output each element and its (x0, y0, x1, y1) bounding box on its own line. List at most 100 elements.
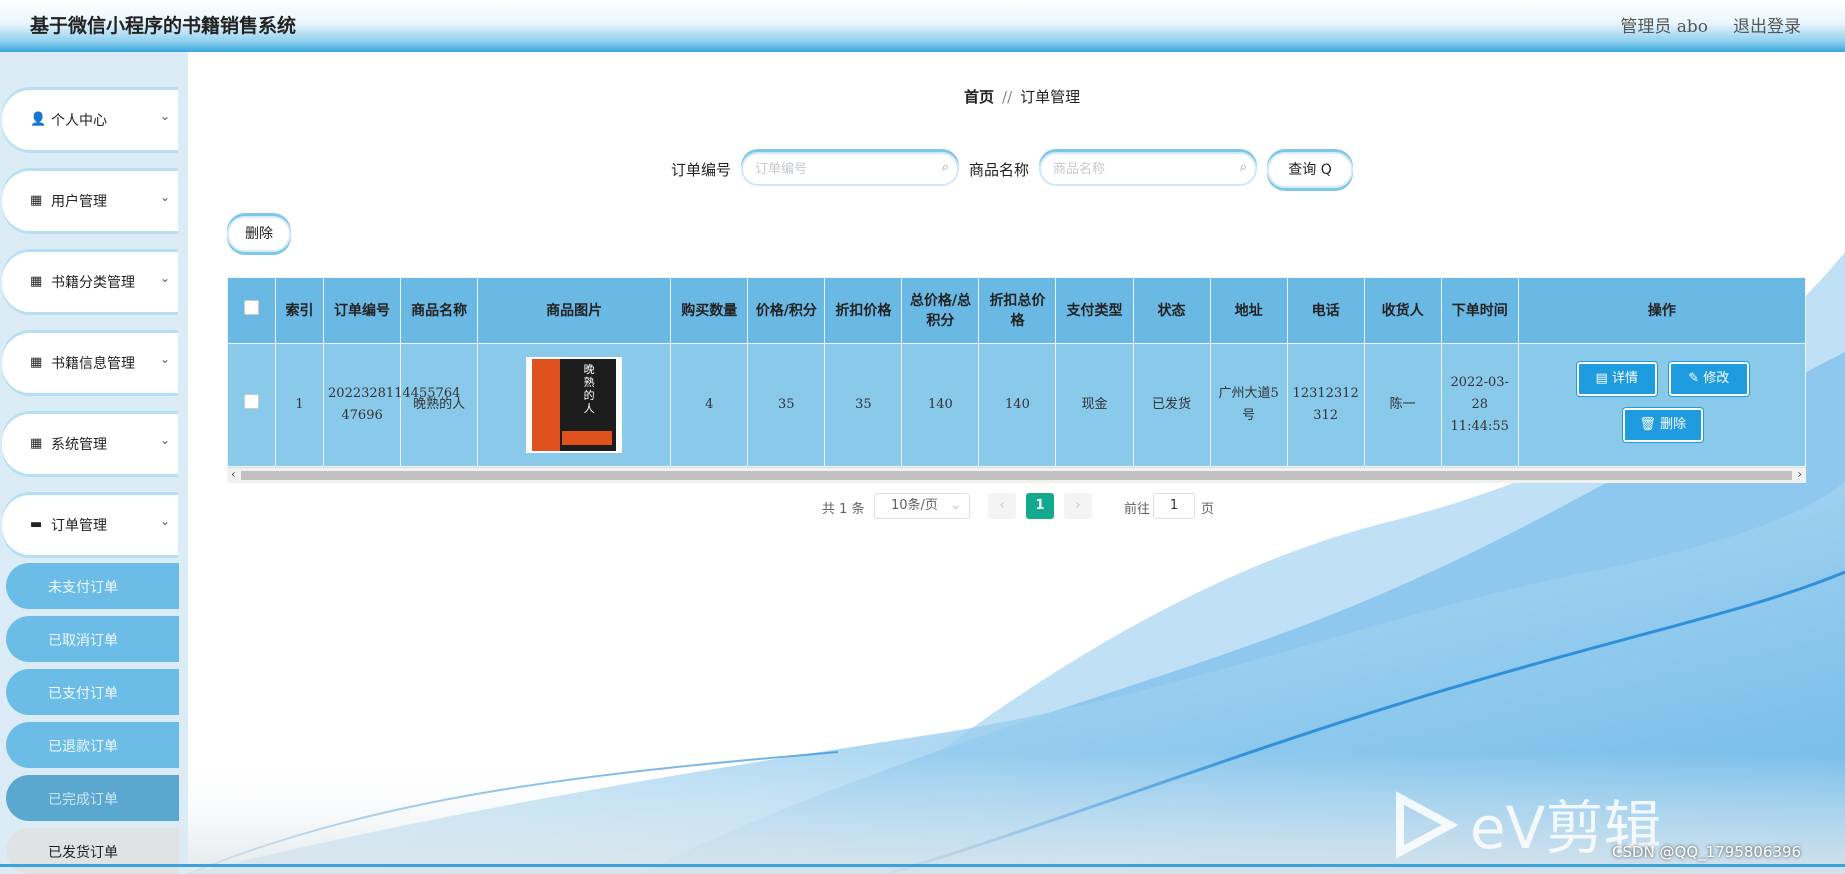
batch-delete-button[interactable]: 删除 (227, 216, 291, 252)
edit-button[interactable]: ✎ 修改 (1668, 362, 1749, 396)
sidebar-item-label: 订单管理 (51, 518, 107, 534)
submenu-shipped-orders[interactable]: 已发货订单 (6, 828, 179, 874)
sidebar-item-label: 用户管理 (51, 194, 107, 210)
pencil-icon: ✎ (1688, 371, 1704, 386)
chevron-down-icon: ⌄ (160, 514, 171, 528)
prev-page-button[interactable]: ‹ (988, 493, 1016, 519)
select-all-checkbox[interactable] (244, 300, 259, 315)
detail-button[interactable]: ▤ 详情 (1576, 362, 1657, 396)
total-count: 共 1 条 (822, 502, 865, 517)
monitor-icon: ▬ (30, 517, 43, 532)
sidebar-item-user-management[interactable]: ▦ 用户管理 ⌄ (2, 171, 178, 231)
cell-index: 1 (275, 343, 325, 467)
sidebar-item-label: 书籍分类管理 (51, 275, 135, 291)
col-header: 商品图片 (477, 277, 672, 344)
row-checkbox[interactable] (244, 393, 259, 409)
table-row: 1 2022328114455764 47696 晚熟的人 晚熟的人 4 35 … (226, 343, 1807, 467)
goto-page-input[interactable]: 1 (1153, 493, 1195, 519)
col-header: 下单时间 (1440, 277, 1519, 344)
sidebar-item-personal-center[interactable]: 👤 个人中心 ⌄ (2, 90, 178, 150)
submenu-unpaid-orders[interactable]: 未支付订单 (6, 563, 179, 609)
sidebar-item-book-category[interactable]: ▦ 书籍分类管理 ⌄ (2, 252, 178, 312)
row-select-cell (226, 343, 277, 467)
product-name-label: 商品名称 (969, 161, 1030, 179)
goto-suffix: 页 (1201, 502, 1215, 517)
cell-price: 35 (747, 343, 826, 467)
breadcrumb-current: 订单管理 (1020, 88, 1081, 106)
logout-link[interactable]: 退出登录 (1733, 12, 1801, 37)
page-size-select[interactable]: 10条/页 ⌄ (874, 493, 970, 519)
main-content: 首页 // 订单管理 订单编号 ⌕ 商品名称 ⌕ 查询 Q 删除 索引 订单编号 (188, 52, 1845, 874)
grid-icon: ▦ (30, 193, 43, 208)
breadcrumb: 首页 // 订单管理 (964, 86, 1080, 107)
col-header: 支付类型 (1055, 277, 1134, 344)
select-all-cell (226, 277, 277, 344)
order-no-label: 订单编号 (671, 161, 732, 179)
page-number-1[interactable]: 1 (1026, 493, 1054, 519)
chevron-down-icon: ⌄ (160, 433, 171, 447)
cell-discount-price: 35 (824, 343, 903, 467)
sidebar-item-label: 书籍信息管理 (51, 356, 135, 372)
bottom-progress-line (0, 864, 1845, 867)
col-header: 总价格/总积分 (901, 277, 980, 344)
top-header: 基于微信小程序的书籍销售系统 管理员 abo 退出登录 (0, 0, 1845, 52)
col-header: 折扣总价格 (978, 277, 1057, 344)
col-header: 状态 (1132, 277, 1211, 344)
row-delete-button[interactable]: 🗑 删除 (1622, 408, 1703, 442)
cell-product-image: 晚熟的人 (477, 343, 672, 467)
cell-quantity: 4 (670, 343, 749, 467)
app-title: 基于微信小程序的书籍销售系统 (30, 15, 297, 37)
cell-address: 广州大道5号 (1209, 343, 1288, 467)
order-no-search-field[interactable]: ⌕ (741, 152, 959, 186)
sidebar-item-order-management[interactable]: ▬ 订单管理 ⌄ (2, 495, 178, 555)
product-name-search-field[interactable]: ⌕ (1039, 152, 1257, 186)
cell-total: 140 (901, 343, 980, 467)
sidebar: 👤 个人中心 ⌄ ▦ 用户管理 ⌄ ▦ 书籍分类管理 ⌄ ▦ 书籍信息管理 ⌄ … (0, 52, 188, 874)
csdn-watermark: CSDN @QQ_1795806396 (1612, 843, 1802, 861)
chevron-down-icon: ⌄ (160, 352, 171, 366)
user-icon: 👤 (30, 112, 47, 127)
submenu-cancelled-orders[interactable]: 已取消订单 (6, 616, 179, 662)
submenu-completed-orders[interactable]: 已完成订单 (6, 775, 179, 821)
cell-discount-total: 140 (978, 343, 1057, 467)
col-header: 电话 (1286, 277, 1365, 344)
document-icon: ▤ (1595, 371, 1612, 386)
col-header: 索引 (275, 277, 325, 344)
goto-prefix: 前往 (1124, 502, 1151, 517)
sidebar-item-book-info[interactable]: ▦ 书籍信息管理 ⌄ (2, 333, 178, 393)
table-header-row: 索引 订单编号 商品名称 商品图片 购买数量 价格/积分 折扣价格 总价格/总积… (226, 277, 1807, 344)
scroll-left-icon[interactable]: ‹ (231, 467, 236, 481)
sidebar-item-system[interactable]: ▦ 系统管理 ⌄ (2, 414, 178, 474)
admin-name: 管理员 abo (1620, 17, 1708, 37)
scroll-right-icon[interactable]: › (1797, 467, 1802, 481)
col-header: 商品名称 (400, 277, 479, 344)
orders-table: 索引 订单编号 商品名称 商品图片 购买数量 价格/积分 折扣价格 总价格/总积… (226, 277, 1807, 483)
col-header: 操作 (1517, 277, 1807, 344)
query-button[interactable]: 查询 Q (1267, 152, 1353, 188)
chevron-down-icon: ⌄ (950, 498, 961, 513)
cell-product-name: 晚熟的人 (400, 343, 479, 467)
product-name-input[interactable] (1051, 154, 1225, 184)
search-icon: ⌕ (941, 160, 949, 175)
cell-phone: 12312312312 (1286, 343, 1365, 467)
cell-pay-type: 现金 (1055, 343, 1134, 467)
book-cover-image[interactable]: 晚熟的人 (526, 357, 623, 453)
cell-order-no: 2022328114455764 47696 (323, 343, 460, 467)
horizontal-scrollbar[interactable]: ‹ › (227, 467, 1806, 483)
col-header: 折扣价格 (824, 277, 903, 344)
col-header: 地址 (1209, 277, 1288, 344)
breadcrumb-home[interactable]: 首页 (964, 88, 994, 106)
col-header: 购买数量 (670, 277, 749, 344)
col-header: 收货人 (1363, 277, 1442, 344)
chevron-down-icon: ⌄ (160, 109, 171, 123)
submenu-paid-orders[interactable]: 已支付订单 (6, 669, 179, 715)
cell-time: 2022-03-28 11:44:55 (1440, 343, 1519, 467)
scrollbar-thumb[interactable] (241, 471, 1792, 480)
next-page-button[interactable]: › (1064, 493, 1092, 519)
order-no-input[interactable] (753, 154, 927, 184)
sidebar-item-label: 个人中心 (51, 113, 107, 129)
submenu-refunded-orders[interactable]: 已退款订单 (6, 722, 179, 768)
grid-icon: ▦ (30, 355, 43, 370)
col-header: 订单编号 (323, 277, 402, 344)
grid-icon: ▦ (30, 274, 43, 289)
